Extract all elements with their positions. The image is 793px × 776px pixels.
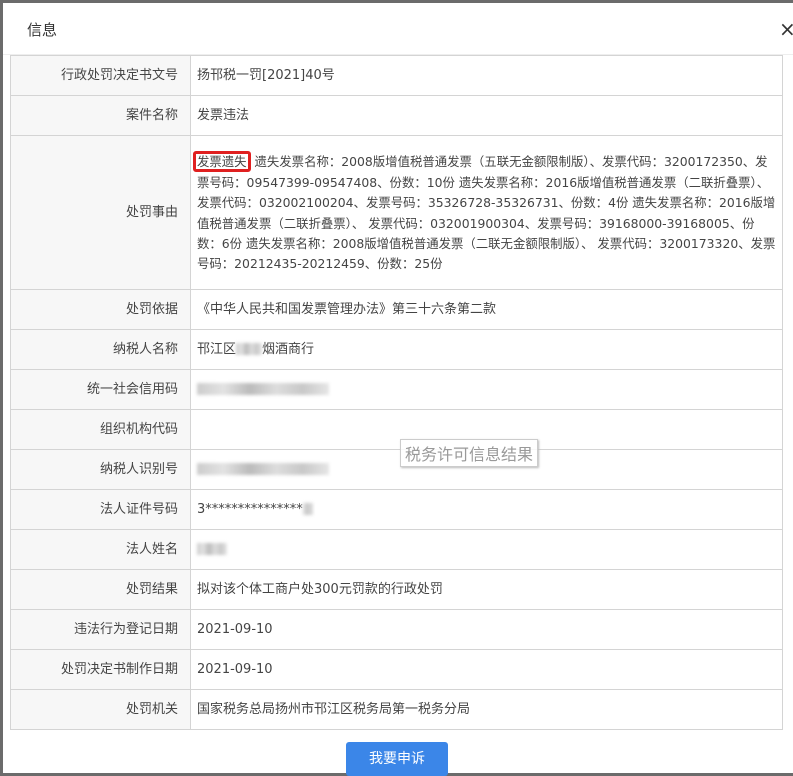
redacted-block [197, 543, 227, 555]
table-row: 法人姓名 [10, 529, 783, 570]
appeal-button[interactable]: 我要申诉 [346, 742, 448, 776]
row-label: 组织机构代码 [10, 409, 191, 450]
redacted-block [197, 463, 329, 475]
row-value: 国家税务总局扬州市邗江区税务局第一税务分局 [190, 689, 783, 730]
table-row: 处罚依据 《中华人民共和国发票管理办法》第三十六条第二款 [10, 289, 783, 330]
table-row: 案件名称 发票违法 [10, 95, 783, 136]
table-row: 行政处罚决定书文号 扬邗税一罚[2021]40号 [10, 55, 783, 96]
row-value: 扬邗税一罚[2021]40号 [190, 55, 783, 96]
row-label: 案件名称 [10, 95, 191, 136]
row-label: 统一社会信用码 [10, 369, 191, 410]
name-prefix: 邗江区 [197, 341, 237, 357]
table-row: 违法行为登记日期 2021-09-10 [10, 609, 783, 650]
close-icon[interactable]: × [779, 17, 793, 41]
row-value: 3*************** [190, 489, 783, 530]
redacted-block [197, 383, 329, 395]
table-row: 处罚机关 国家税务总局扬州市邗江区税务局第一税务分局 [10, 689, 783, 730]
row-value: 《中华人民共和国发票管理办法》第三十六条第二款 [190, 289, 783, 330]
watermark-label: 税务许可信息结果 [400, 439, 539, 467]
dialog-title: 信息 [27, 21, 58, 39]
row-label: 处罚机关 [10, 689, 191, 730]
row-label: 行政处罚决定书文号 [10, 55, 191, 96]
table-row: 处罚事由 发票遗失 遗失发票名称：2008版增值税普通发票（五联无金额限制版）、发… [10, 135, 783, 290]
table-row: 法人证件号码 3*************** [10, 489, 783, 530]
table-row: 处罚结果 拟对该个体工商户处300元罚款的行政处罚 [10, 569, 783, 610]
id-number: 3*************** [197, 501, 303, 517]
row-value: 2021-09-10 [190, 649, 783, 690]
row-value [190, 529, 783, 570]
row-label: 处罚决定书制作日期 [10, 649, 191, 690]
row-value: 邗江区 烟酒商行 [190, 329, 783, 370]
name-suffix: 烟酒商行 [262, 341, 315, 357]
row-value: 2021-09-10 [190, 609, 783, 650]
row-label: 处罚结果 [10, 569, 191, 610]
penalty-info-table: 行政处罚决定书文号 扬邗税一罚[2021]40号 案件名称 发票违法 处罚事由 发票遗… [10, 55, 783, 730]
row-value: 发票违法 [190, 95, 783, 136]
table-row: 组织机构代码 [10, 409, 783, 450]
highlight-box: 发票遗失 [193, 151, 251, 173]
redacted-block [302, 503, 313, 515]
row-label: 违法行为登记日期 [10, 609, 191, 650]
table-row: 纳税人名称 邗江区 烟酒商行 [10, 329, 783, 370]
table-row: 纳税人识别号 [10, 449, 783, 490]
row-label: 法人姓名 [10, 529, 191, 570]
info-dialog: 信息 × 行政处罚决定书文号 扬邗税一罚[2021]40号 案件名称 发票违法 处罚… [3, 3, 793, 776]
row-label: 处罚依据 [10, 289, 191, 330]
row-value: 发票遗失 遗失发票名称：2008版增值税普通发票（五联无金额限制版）、发票代码：… [190, 135, 783, 290]
table-row: 统一社会信用码 [10, 369, 783, 410]
table-row: 处罚决定书制作日期 2021-09-10 [10, 649, 783, 690]
redacted-block [236, 343, 263, 355]
row-label: 处罚事由 [10, 135, 191, 290]
row-value [190, 369, 783, 410]
row-label: 纳税人识别号 [10, 449, 191, 490]
dialog-header: 信息 × [3, 3, 793, 55]
row-label: 纳税人名称 [10, 329, 191, 370]
reason-text: 遗失发票名称：2008版增值税普通发票（五联无金额限制版）、发票代码：32001… [197, 154, 776, 272]
row-label: 法人证件号码 [10, 489, 191, 530]
row-value: 拟对该个体工商户处300元罚款的行政处罚 [190, 569, 783, 610]
